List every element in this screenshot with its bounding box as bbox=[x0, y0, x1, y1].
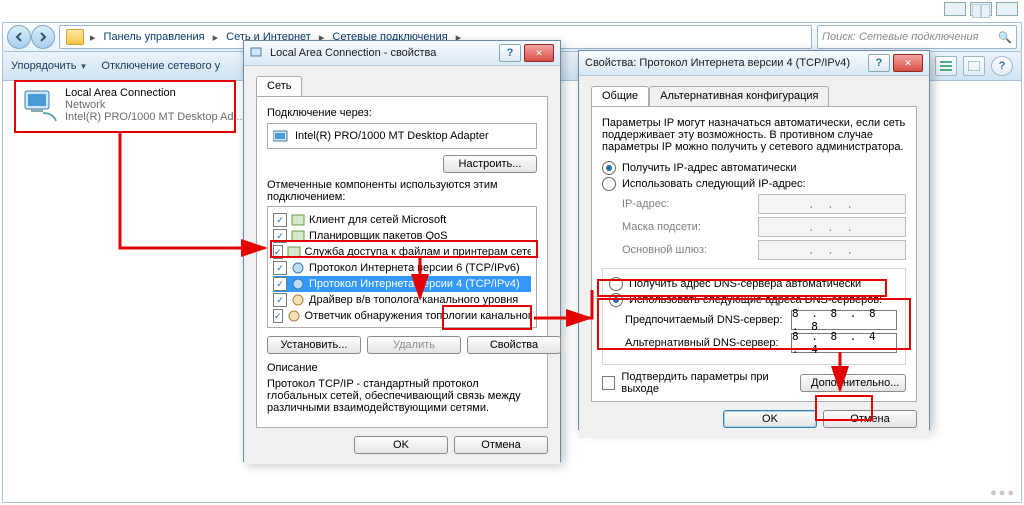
checkbox[interactable]: ✓ bbox=[273, 309, 283, 323]
properties-button[interactable]: Свойства bbox=[467, 336, 561, 354]
ip-address-field: . . . bbox=[758, 194, 906, 214]
checkbox[interactable]: ✓ bbox=[273, 277, 287, 291]
adapter-name: Local Area Connection bbox=[65, 87, 243, 99]
component-icon bbox=[291, 278, 305, 290]
connection-properties-dialog: Local Area Connection - свойства ? ✕ Сет… bbox=[243, 40, 561, 462]
checkbox[interactable]: ✓ bbox=[273, 229, 287, 243]
components-list[interactable]: ✓Клиент для сетей Microsoft ✓Планировщик… bbox=[267, 206, 537, 328]
chevron-right-icon: ▸ bbox=[88, 31, 98, 44]
gw-label: Основной шлюз: bbox=[622, 244, 752, 256]
cancel-button[interactable]: Отмена bbox=[454, 436, 548, 454]
folder-icon bbox=[66, 29, 84, 45]
tab-network[interactable]: Сеть bbox=[256, 76, 302, 97]
close-button[interactable]: ✕ bbox=[524, 44, 554, 62]
close-button[interactable]: ✕ bbox=[893, 54, 923, 72]
component-icon bbox=[291, 214, 305, 226]
radio-dhcp-dns[interactable]: Получить адрес DNS-сервера автоматически bbox=[609, 277, 897, 291]
preview-icon[interactable] bbox=[963, 56, 985, 76]
uninstall-button: Удалить bbox=[367, 336, 461, 354]
search-icon: 🔍 bbox=[998, 31, 1012, 44]
close-button[interactable] bbox=[996, 2, 1018, 16]
search-placeholder: Поиск: Сетевые подключения bbox=[822, 31, 979, 43]
components-label: Отмеченные компоненты используются этим … bbox=[267, 179, 537, 203]
min-button[interactable] bbox=[944, 2, 966, 16]
tab-alt[interactable]: Альтернативная конфигурация bbox=[649, 86, 829, 107]
description-title: Описание bbox=[267, 362, 537, 374]
selected-component: ✓Протокол Интернета версии 4 (TCP/IPv4) bbox=[273, 276, 531, 292]
checkbox[interactable]: ✓ bbox=[273, 213, 287, 227]
dialog1-title: Local Area Connection - свойства bbox=[270, 47, 499, 59]
component-icon bbox=[287, 310, 301, 322]
component-icon bbox=[291, 294, 305, 306]
network-icon bbox=[250, 46, 264, 60]
advanced-button[interactable]: Дополнительно... bbox=[800, 374, 906, 392]
checkbox[interactable]: ✓ bbox=[273, 261, 287, 275]
restore-button[interactable] bbox=[972, 4, 981, 18]
restore-group bbox=[970, 2, 992, 16]
nav-fwd-button[interactable] bbox=[31, 25, 55, 49]
ok-button[interactable]: OK bbox=[723, 410, 817, 428]
adapter-item[interactable]: Local Area Connection Network Intel(R) P… bbox=[21, 85, 235, 133]
subnet-mask-field: . . . bbox=[758, 217, 906, 237]
intro-text: Параметры IP могут назначаться автоматич… bbox=[602, 117, 906, 153]
radio-static-dns[interactable]: Использовать следующие адреса DNS-сервер… bbox=[609, 293, 897, 307]
help-button[interactable]: ? bbox=[868, 54, 890, 72]
cancel-button[interactable]: Отмена bbox=[823, 410, 917, 428]
disable-adapter-button[interactable]: Отключение сетевого у bbox=[101, 60, 220, 72]
nic-icon bbox=[273, 129, 289, 143]
chevron-right-icon: ▸ bbox=[211, 31, 221, 44]
search-input[interactable]: Поиск: Сетевые подключения 🔍 bbox=[817, 25, 1017, 49]
ipv4-properties-dialog: Свойства: Протокол Интернета версии 4 (T… bbox=[578, 50, 930, 430]
gateway-field: . . . bbox=[758, 240, 906, 260]
dns1-label: Предпочитаемый DNS-сервер: bbox=[625, 314, 785, 326]
tab-general[interactable]: Общие bbox=[591, 86, 649, 107]
connect-via-label: Подключение через: bbox=[267, 107, 537, 119]
ip-label: IP-адрес: bbox=[622, 198, 752, 210]
configure-button[interactable]: Настроить... bbox=[443, 155, 537, 173]
adapter-device-name: Intel(R) PRO/1000 MT Desktop Adapter bbox=[295, 130, 489, 142]
window-controls bbox=[944, 2, 1018, 16]
dialog2-title: Свойства: Протокол Интернета версии 4 (T… bbox=[585, 57, 868, 69]
validate-checkbox[interactable] bbox=[602, 376, 615, 390]
checkbox[interactable]: ✓ bbox=[273, 245, 283, 259]
dns2-label: Альтернативный DNS-сервер: bbox=[625, 337, 785, 349]
chevron-down-icon: ▼ bbox=[79, 62, 87, 71]
resize-grip: ●●● bbox=[990, 487, 1016, 499]
dns2-field[interactable]: 8 . 8 . 4 . 4 bbox=[791, 333, 897, 353]
adapter-device: Intel(R) PRO/1000 MT Desktop Ad... bbox=[65, 111, 243, 123]
install-button[interactable]: Установить... bbox=[267, 336, 361, 354]
component-icon bbox=[291, 230, 305, 242]
adapter-text: Local Area Connection Network Intel(R) P… bbox=[65, 87, 243, 131]
adapter-icon bbox=[23, 87, 59, 123]
breadcrumb-seg[interactable]: Панель управления bbox=[98, 31, 211, 43]
max-button[interactable] bbox=[981, 4, 990, 18]
component-icon bbox=[287, 246, 301, 258]
dialog1-titlebar[interactable]: Local Area Connection - свойства ? ✕ bbox=[244, 41, 560, 66]
dialog2-titlebar[interactable]: Свойства: Протокол Интернета версии 4 (T… bbox=[579, 51, 929, 76]
validate-label: Подтвердить параметры при выходе bbox=[621, 371, 800, 395]
dns1-field[interactable]: 8 . 8 . 8 . 8 bbox=[791, 310, 897, 330]
view-icon[interactable] bbox=[935, 56, 957, 76]
organize-menu[interactable]: Упорядочить▼ bbox=[11, 60, 87, 72]
checkbox[interactable]: ✓ bbox=[273, 293, 287, 307]
adapter-type: Network bbox=[65, 99, 243, 111]
mask-label: Маска подсети: bbox=[622, 221, 752, 233]
ok-button[interactable]: OK bbox=[354, 436, 448, 454]
description-text: Протокол TCP/IP - стандартный протокол г… bbox=[267, 378, 537, 414]
help-button[interactable]: ? bbox=[499, 44, 521, 62]
component-icon bbox=[291, 262, 305, 274]
nav-back-button[interactable] bbox=[7, 25, 31, 49]
radio-static-ip[interactable]: Использовать следующий IP-адрес: bbox=[602, 177, 906, 191]
radio-dhcp-ip[interactable]: Получить IP-адрес автоматически bbox=[602, 161, 906, 175]
help-icon[interactable]: ? bbox=[991, 56, 1013, 76]
